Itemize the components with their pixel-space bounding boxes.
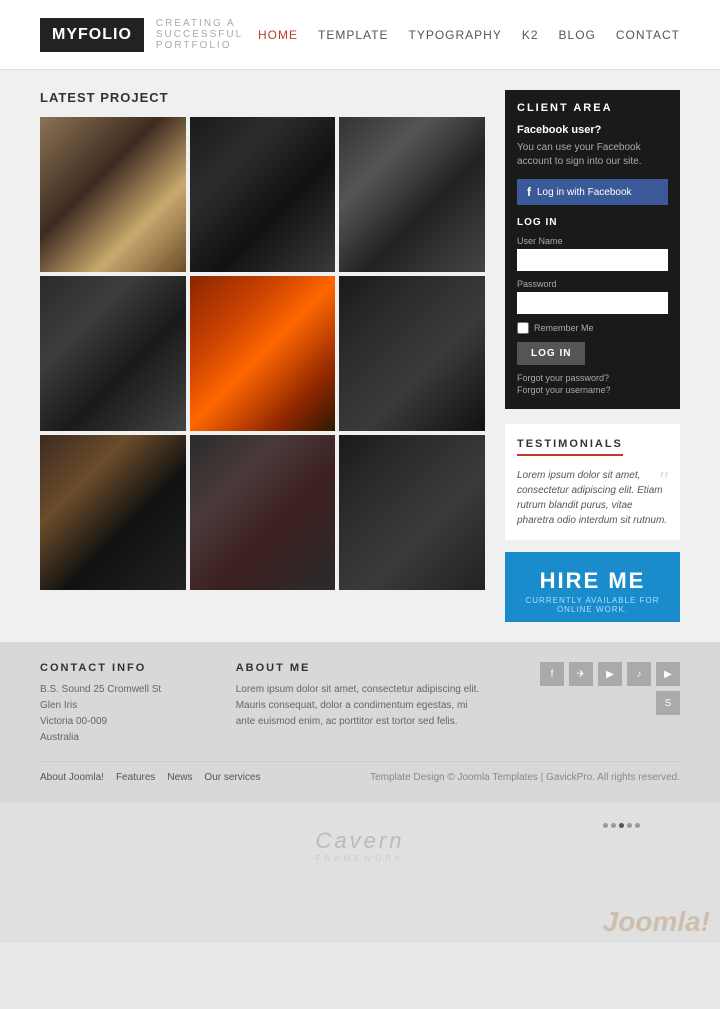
fb-button-label: Log in with Facebook [537, 187, 632, 198]
client-area: CLIENT AREA Facebook user? You can use y… [505, 90, 680, 409]
remember-row: Remember Me [517, 322, 668, 334]
footer-bottom: About Joomla! Features News Our services Te… [40, 761, 680, 783]
social-icons: f✈▶♪▶S [514, 662, 680, 715]
skype-social-icon[interactable]: S [656, 691, 680, 715]
vimeo-social-icon[interactable]: ▶ [598, 662, 622, 686]
portfolio-grid [40, 117, 485, 590]
footer-link-features[interactable]: Features [116, 772, 155, 783]
portfolio-item-4[interactable] [40, 276, 186, 431]
password-label: Password [517, 279, 668, 289]
portfolio-item-6[interactable] [339, 276, 485, 431]
footer: CONTACT INFO B.S. Sound 25 Cromwell St G… [0, 642, 720, 803]
username-label: User Name [517, 236, 668, 246]
remember-label: Remember Me [534, 323, 594, 333]
portfolio-item-1[interactable] [40, 117, 186, 272]
contact-info-title: CONTACT INFO [40, 662, 206, 674]
about-me-text: Lorem ipsum dolor sit amet, consectetur … [236, 682, 485, 730]
bottom-area: Cavern FRAMEWORK Joomla! [0, 803, 720, 943]
portfolio-item-9[interactable] [339, 435, 485, 590]
footer-link-about-joomla![interactable]: About Joomla! [40, 772, 104, 783]
testimonials-section: TESTIMONIALS " Lorem ipsum dolor sit ame… [505, 424, 680, 540]
copyright: Template Design © Joomla Templates | Gav… [370, 772, 680, 783]
twitter-social-icon[interactable]: ✈ [569, 662, 593, 686]
contact-address: B.S. Sound 25 Cromwell St Glen Iris Vict… [40, 682, 206, 746]
password-input[interactable] [517, 292, 668, 314]
main-nav: HOME TEMPLATE TYPOGRAPHY K2 BLOG CONTACT [258, 28, 680, 42]
dot-3 [619, 823, 624, 828]
username-input[interactable] [517, 249, 668, 271]
footer-link-news[interactable]: News [167, 772, 192, 783]
social-column: f✈▶♪▶S [514, 662, 680, 746]
hire-me-text: HIRE ME [515, 568, 670, 594]
remember-checkbox[interactable] [517, 322, 529, 334]
nav-item-blog[interactable]: BLOG [559, 28, 596, 42]
dot-2 [611, 823, 616, 828]
logo[interactable]: MYFOLIO [40, 18, 144, 52]
client-area-title: CLIENT AREA [517, 102, 668, 114]
footer-links: About Joomla! Features News Our services [40, 772, 261, 783]
footer-link-our-services[interactable]: Our services [204, 772, 260, 783]
about-me-title: ABOUT ME [236, 662, 485, 674]
nav-item-k2[interactable]: K2 [522, 28, 539, 42]
portfolio-item-5[interactable] [190, 276, 336, 431]
portfolio-item-7[interactable] [40, 435, 186, 590]
portfolio-item-3[interactable] [339, 117, 485, 272]
contact-info-column: CONTACT INFO B.S. Sound 25 Cromwell St G… [40, 662, 206, 746]
fb-desc: You can use your Facebook account to sig… [517, 141, 668, 169]
login-title: LOG IN [517, 217, 668, 228]
facebook-social-icon[interactable]: f [540, 662, 564, 686]
right-sidebar: CLIENT AREA Facebook user? You can use y… [505, 90, 680, 622]
nav-item-home[interactable]: HOME [258, 28, 298, 42]
nav-item-template[interactable]: TEMPLATE [318, 28, 388, 42]
music-social-icon[interactable]: ♪ [627, 662, 651, 686]
dot-1 [603, 823, 608, 828]
nav-item-typography[interactable]: TYPOGRAPHY [408, 28, 501, 42]
portfolio-item-2[interactable] [190, 117, 336, 272]
cavern-logo: Cavern [40, 828, 680, 854]
dot-5 [635, 823, 640, 828]
quote-open-icon: " [658, 463, 668, 499]
hire-me-subtitle: CURRENTLY AVAILABLE FOR ONLINE WORK. [515, 596, 670, 614]
joomla-watermark: Joomla! [603, 906, 710, 938]
fb-question: Facebook user? [517, 124, 668, 136]
hire-me-button[interactable]: HIRE ME CURRENTLY AVAILABLE FOR ONLINE W… [505, 552, 680, 622]
header: MYFOLIO CREATING A SUCCESSFUL PORTFOLIO … [0, 0, 720, 70]
testimonials-title: TESTIMONIALS [517, 438, 623, 456]
footer-columns: CONTACT INFO B.S. Sound 25 Cromwell St G… [40, 662, 680, 746]
about-me-column: ABOUT ME Lorem ipsum dolor sit amet, con… [236, 662, 485, 746]
portfolio-item-8[interactable] [190, 435, 336, 590]
youtube-social-icon[interactable]: ▶ [656, 662, 680, 686]
logo-area: MYFOLIO CREATING A SUCCESSFUL PORTFOLIO [40, 18, 258, 52]
forgot-username-link[interactable]: Forgot your username? [517, 385, 668, 395]
dot-4 [627, 823, 632, 828]
cavern-subtitle: FRAMEWORK [40, 854, 680, 863]
facebook-login-button[interactable]: f Log in with Facebook [517, 179, 668, 205]
forgot-password-link[interactable]: Forgot your password? [517, 373, 668, 383]
testimonial-content: Lorem ipsum dolor sit amet, consectetur … [517, 470, 667, 526]
testimonial-text: " Lorem ipsum dolor sit amet, consectetu… [517, 468, 668, 528]
login-button[interactable]: LOG IN [517, 342, 585, 365]
nav-item-contact[interactable]: CONTACT [616, 28, 680, 42]
tagline: CREATING A SUCCESSFUL PORTFOLIO [156, 18, 258, 51]
main-wrapper: LATEST PROJECT CLIENT AREA Facebook user… [0, 70, 720, 642]
latest-project-title: LATEST PROJECT [40, 90, 485, 105]
facebook-icon: f [527, 185, 531, 199]
left-content: LATEST PROJECT [40, 90, 485, 622]
